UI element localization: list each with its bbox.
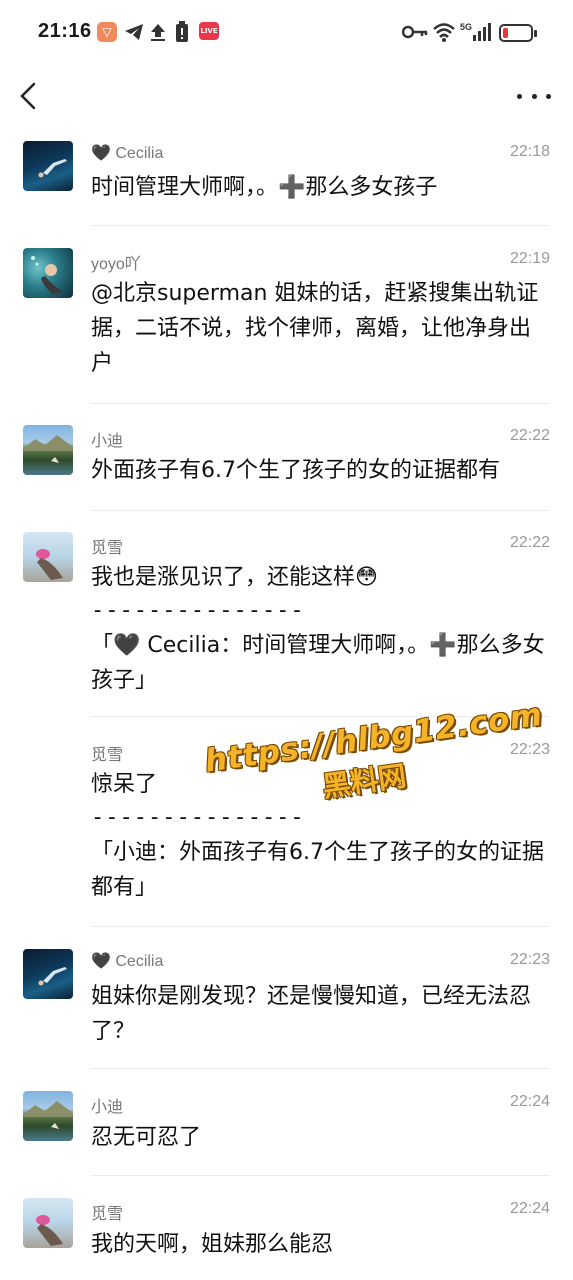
chevron-left-icon [20,82,36,110]
comment-username[interactable]: 觅雪 [91,741,123,765]
upload-icon [149,22,167,42]
divider [91,926,550,927]
comment-text: 姐妹你是刚发现？还是慢慢知道，已经无法忍了？ [91,984,532,1044]
comment-time: 22:23 [509,951,550,968]
comment-text: @北京superman 姐妹的话，赶紧搜集出轨证据，二话不说，找个律师，离婚，让… [91,281,539,376]
app-notification-icon: ▽ [97,22,117,42]
network-label: 5G [460,22,472,32]
comment-text: 我的天啊，姐妹那么能忍 [91,1232,334,1257]
avatar[interactable] [23,1091,73,1141]
more-dot-icon [517,93,522,99]
comment-time: 22:22 [509,534,550,551]
comment-time: 22:22 [509,427,550,444]
signal-icon: 5G [460,22,492,42]
avatar[interactable] [23,1198,73,1248]
comment-text: 忍无可忍了 [91,1125,202,1150]
avatar[interactable] [23,141,73,191]
nav-bar [0,66,573,128]
app-badge-icon: LIVE [199,22,219,40]
key-icon [402,22,428,42]
quoted-reply: 「小迪：外面孩子有6.7个生了孩子的女的证据都有」 [91,840,544,900]
avatar[interactable] [23,532,73,582]
comment-time: 22:18 [509,143,550,160]
comment-username[interactable]: 🖤 Cecilia [91,951,163,971]
quote-separator: --------------- [91,598,305,623]
avatar[interactable] [23,248,73,298]
comment-list[interactable]: 🖤 Cecilia 22:18 时间管理大师啊，。➕那么多女孩子 yoyo吖 2… [0,128,573,1280]
comment-time: 22:23 [509,741,550,758]
divider [91,1068,550,1069]
avatar[interactable] [23,949,73,999]
comment-username[interactable]: 小迪 [91,427,123,451]
comment-time: 22:24 [509,1200,550,1217]
comment-username[interactable]: 🖤 Cecilia [91,143,163,163]
comment-username[interactable]: 小迪 [91,1093,123,1117]
comment-text: 时间管理大师啊，。➕那么多女孩子 [91,175,438,200]
comment-time: 22:19 [509,250,550,267]
wifi-icon [432,22,456,42]
divider [91,1175,550,1176]
battery-icon [499,24,537,42]
more-dot-icon [531,93,537,99]
status-time: 21:16 [38,20,92,42]
comment-text: 我也是涨见识了，还能这样😳 [91,565,378,590]
divider [91,225,550,226]
telegram-icon [124,22,144,42]
more-dot-icon [546,93,551,99]
avatar[interactable] [23,425,73,475]
comment-time: 22:24 [509,1093,550,1110]
comment-username[interactable]: yoyo吖 [91,250,141,274]
comment-username[interactable]: 觅雪 [91,534,123,558]
divider [91,403,550,404]
back-button[interactable] [14,78,46,114]
quote-separator: --------------- [91,805,305,830]
comment-text: 惊呆了 [91,772,158,797]
comment-text: 外面孩子有6.7个生了孩子的女的证据都有 [91,458,500,483]
divider [91,510,550,511]
quoted-reply: 「🖤 Cecilia：时间管理大师啊，。➕那么多女孩子」 [91,633,545,693]
comment-username[interactable]: 觅雪 [91,1200,123,1224]
status-bar: 21:16 ▽ LIVE 5G [0,0,573,66]
sim-alert-icon [175,21,189,42]
divider [91,716,550,717]
more-button[interactable] [517,84,551,108]
